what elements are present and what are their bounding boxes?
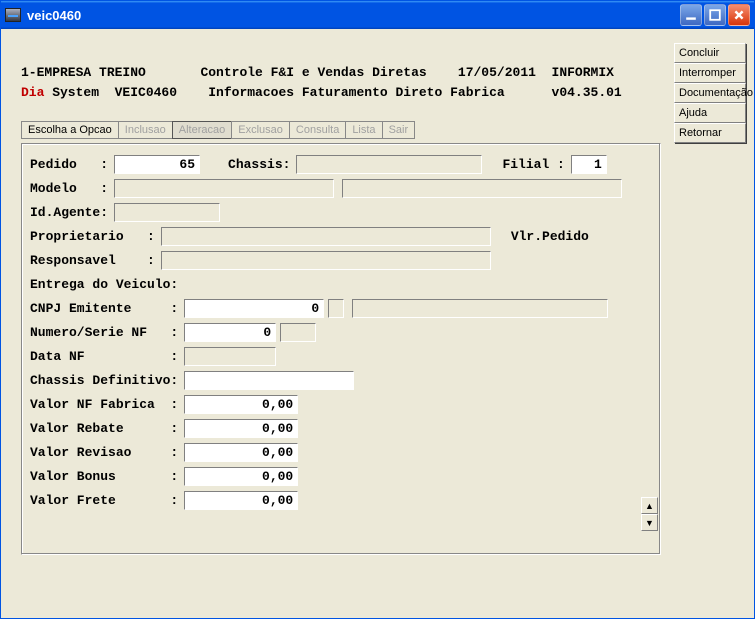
hdr-date: 17/05/2011 xyxy=(458,65,536,80)
hdr-empresa: 1-EMPRESA TREINO xyxy=(21,65,146,80)
cnpj-extra-input[interactable] xyxy=(328,299,344,318)
valornf-input[interactable]: 0,00 xyxy=(184,395,298,414)
header-block: 1-EMPRESA TREINO Controle F&I e Vendas D… xyxy=(21,63,664,103)
valorbonus-label: Valor Bonus : xyxy=(30,469,178,484)
proprietario-input[interactable] xyxy=(161,227,491,246)
close-button[interactable] xyxy=(728,4,750,26)
valorrebate-input[interactable]: 0,00 xyxy=(184,419,298,438)
titlebar[interactable]: veic0460 xyxy=(1,1,754,29)
responsavel-label: Responsavel : xyxy=(30,253,155,268)
maximize-button[interactable] xyxy=(704,4,726,26)
main-area: 1-EMPRESA TREINO Controle F&I e Vendas D… xyxy=(3,31,674,616)
hdr-version: v04.35.01 xyxy=(552,85,622,100)
chassis-input[interactable] xyxy=(296,155,482,174)
menu-consulta[interactable]: Consulta xyxy=(289,121,346,139)
hdr-db: INFORMIX xyxy=(552,65,614,80)
menu-tabs: Escolha a Opcao Inclusao Alteracao Exclu… xyxy=(21,121,664,139)
window-title: veic0460 xyxy=(27,8,680,23)
menu-lista[interactable]: Lista xyxy=(345,121,382,139)
modelo-label: Modelo : xyxy=(30,181,108,196)
menu-sair[interactable]: Sair xyxy=(382,121,416,139)
valorrebate-label: Valor Rebate : xyxy=(30,421,178,436)
cnpj-name-input[interactable] xyxy=(352,299,608,318)
datanf-input[interactable] xyxy=(184,347,276,366)
chassisdef-input[interactable] xyxy=(184,371,354,390)
vlrpedido-label: Vlr.Pedido xyxy=(511,229,589,244)
pedido-input[interactable]: 65 xyxy=(114,155,200,174)
menu-escolha[interactable]: Escolha a Opcao xyxy=(21,121,119,139)
datanf-label: Data NF : xyxy=(30,349,178,364)
cnpj-input[interactable]: 0 xyxy=(184,299,324,318)
hdr-system: System VEIC0460 xyxy=(44,85,177,100)
cnpj-label: CNPJ Emitente : xyxy=(30,301,178,316)
valorbonus-input[interactable]: 0,00 xyxy=(184,467,298,486)
modelo-desc-input[interactable] xyxy=(342,179,622,198)
valorfrete-label: Valor Frete : xyxy=(30,493,178,508)
valorfrete-input[interactable]: 0,00 xyxy=(184,491,298,510)
window-controls xyxy=(680,4,750,26)
hdr-info: Informacoes Faturamento Direto Fabrica xyxy=(208,85,504,100)
entrega-label: Entrega do Veiculo: xyxy=(30,277,178,292)
menu-exclusao[interactable]: Exclusao xyxy=(231,121,290,139)
numserie-input[interactable]: 0 xyxy=(184,323,276,342)
proprietario-label: Proprietario : xyxy=(30,229,155,244)
side-panel: Concluir Interromper Documentação Ajuda … xyxy=(674,31,752,616)
chassis-label: Chassis: xyxy=(228,157,290,172)
form-groupbox: Pedido : 65 Chassis: Filial : 1 Modelo : xyxy=(21,143,661,555)
vertical-scrollbar[interactable]: ▲ ▼ xyxy=(641,331,658,531)
numserie-label: Numero/Serie NF : xyxy=(30,325,178,340)
retornar-button[interactable]: Retornar xyxy=(674,123,746,143)
interromper-button[interactable]: Interromper xyxy=(674,63,746,83)
ajuda-button[interactable]: Ajuda xyxy=(674,103,746,123)
app-icon xyxy=(5,8,21,22)
scroll-down-icon[interactable]: ▼ xyxy=(641,514,658,531)
pedido-label: Pedido : xyxy=(30,157,108,172)
client-area: 1-EMPRESA TREINO Controle F&I e Vendas D… xyxy=(1,29,754,618)
concluir-button[interactable]: Concluir xyxy=(674,43,746,63)
scroll-up-icon[interactable]: ▲ xyxy=(641,497,658,514)
hdr-dia: Dia xyxy=(21,85,44,100)
hdr-title: Controle F&I e Vendas Diretas xyxy=(200,65,426,80)
filial-label: Filial : xyxy=(502,157,564,172)
filial-input[interactable]: 1 xyxy=(571,155,607,174)
documentacao-button[interactable]: Documentação xyxy=(674,83,746,103)
serie-input[interactable] xyxy=(280,323,316,342)
idagente-label: Id.Agente: xyxy=(30,205,108,220)
app-window: veic0460 1-EMPRESA TREINO Controle F&I e… xyxy=(0,0,755,619)
valorrevisao-input[interactable]: 0,00 xyxy=(184,443,298,462)
modelo-input[interactable] xyxy=(114,179,334,198)
minimize-button[interactable] xyxy=(680,4,702,26)
valornf-label: Valor NF Fabrica : xyxy=(30,397,178,412)
menu-inclusao[interactable]: Inclusao xyxy=(118,121,173,139)
chassisdef-label: Chassis Definitivo: xyxy=(30,373,178,388)
valorrevisao-label: Valor Revisao : xyxy=(30,445,178,460)
menu-alteracao[interactable]: Alteracao xyxy=(172,121,232,139)
responsavel-input[interactable] xyxy=(161,251,491,270)
idagente-input[interactable] xyxy=(114,203,220,222)
